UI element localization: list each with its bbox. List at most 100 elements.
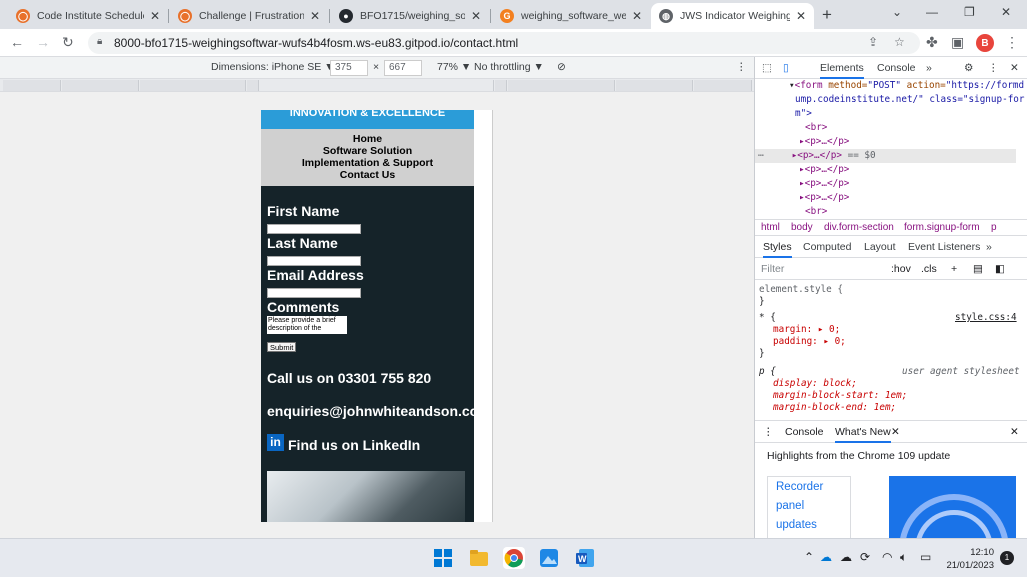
element-style-rule[interactable]: element.style {	[759, 284, 843, 296]
ruler-segment[interactable]	[694, 80, 752, 91]
close-tab-icon[interactable]: ✕	[632, 9, 642, 23]
subtab-layout[interactable]: Layout	[864, 241, 896, 253]
subtab-styles[interactable]: Styles	[763, 241, 792, 258]
hov-toggle[interactable]: :hov	[891, 263, 911, 275]
nav-software-solution[interactable]: Software Solution	[261, 145, 474, 157]
throttling-select[interactable]: No throttling ▼	[474, 61, 544, 73]
device-height-input[interactable]: 667	[384, 60, 422, 76]
share-icon[interactable]: ⇪	[868, 35, 878, 49]
last-name-field[interactable]	[267, 256, 361, 266]
chrome-menu-icon[interactable]: ⋮	[1005, 34, 1019, 51]
tab-challenge[interactable]: ◯ Challenge | Frustration an ✕	[170, 3, 328, 29]
rule1-prop[interactable]: margin: ▸ 0;	[773, 324, 840, 336]
word-icon[interactable]: W	[575, 548, 595, 568]
email-contact-link[interactable]: enquiries@johnwhiteandson.co	[267, 403, 478, 419]
device-width-input[interactable]: 375	[330, 60, 368, 76]
dom-node-br[interactable]: <br>	[805, 205, 827, 219]
comments-textarea[interactable]: Please provide a brief description of th…	[267, 316, 347, 334]
close-devtools-icon[interactable]: ✕	[1010, 62, 1019, 74]
side-panel-icon[interactable]: ▣	[951, 34, 964, 51]
ruler-segment[interactable]	[62, 80, 139, 91]
photos-icon[interactable]	[539, 548, 559, 568]
toggle-sidebar-icon[interactable]: ◧	[995, 263, 1005, 275]
zoom-select[interactable]: 77% ▼	[437, 61, 471, 73]
cloud-icon[interactable]: ☁	[840, 550, 852, 564]
inspect-element-icon[interactable]: ⬚	[762, 62, 772, 74]
tab-github[interactable]: ● BFO1715/weighing_softw ✕	[331, 3, 489, 29]
device-toolbar-menu-icon[interactable]: ⋮	[736, 61, 747, 73]
minimize-icon[interactable]: —	[926, 5, 938, 19]
onedrive-icon[interactable]: ☁	[820, 550, 832, 564]
styles-filter-input[interactable]: Filter	[761, 263, 784, 275]
reload-icon[interactable]: ↻	[62, 34, 74, 51]
tab-search-icon[interactable]: ⌄	[892, 5, 902, 19]
nav-home[interactable]: Home	[261, 133, 474, 145]
rule1-source-link[interactable]: style.css:4	[955, 312, 1017, 324]
back-icon[interactable]: ←	[10, 34, 24, 50]
close-tab-icon[interactable]: ✕	[150, 9, 160, 23]
forward-icon[interactable]: →	[36, 34, 50, 50]
tab-code-institute[interactable]: ◯ Code Institute Schedule C ✕	[8, 3, 168, 29]
sync-icon[interactable]: ⟳	[860, 550, 870, 564]
close-tab-icon[interactable]: ✕	[471, 9, 481, 23]
rotate-icon[interactable]: ⊘	[557, 61, 566, 73]
new-rule-button[interactable]: +	[951, 263, 957, 275]
more-subtabs-icon[interactable]: »	[986, 241, 992, 253]
breadcrumb-div[interactable]: div.form-section	[824, 222, 894, 233]
close-window-icon[interactable]: ✕	[1001, 5, 1011, 19]
nav-contact-us[interactable]: Contact Us	[261, 169, 474, 181]
tab-elements[interactable]: Elements	[820, 62, 864, 79]
ellipsis-icon[interactable]: ⋯	[758, 150, 764, 161]
cls-toggle[interactable]: .cls	[921, 263, 937, 275]
new-tab-icon[interactable]: +	[822, 5, 832, 25]
dom-node-p-selected[interactable]: ⋯ ▸<p>…</p> == $0	[755, 149, 1016, 163]
wifi-icon[interactable]: ◠	[882, 550, 892, 564]
linkedin-link[interactable]: Find us on LinkedIn	[288, 437, 420, 453]
dom-node-p[interactable]: ▸<p>…</p>	[799, 135, 849, 149]
tab-console[interactable]: Console	[877, 62, 916, 74]
subtab-computed[interactable]: Computed	[803, 241, 851, 253]
system-clock[interactable]: 12:10 21/01/2023	[944, 546, 994, 572]
settings-gear-icon[interactable]: ⚙	[964, 62, 973, 74]
volume-icon[interactable]: 🔈︎	[900, 550, 907, 565]
extensions-icon[interactable]: ✤	[926, 34, 938, 51]
device-toggle-icon[interactable]: ▯	[783, 62, 789, 74]
file-explorer-icon[interactable]	[469, 548, 489, 568]
battery-icon[interactable]: ▭	[920, 550, 931, 564]
ruler-segment[interactable]	[260, 80, 494, 91]
rule1-prop[interactable]: padding: ▸ 0;	[773, 336, 846, 348]
more-tabs-icon[interactable]: »	[926, 62, 932, 74]
close-tab-icon[interactable]: ✕	[796, 9, 806, 23]
dom-node-p[interactable]: ▸<p>…</p>	[799, 191, 849, 205]
first-name-field[interactable]	[267, 224, 361, 234]
tab-jws-active[interactable]: ◍ JWS Indicator Weighing S ✕	[651, 3, 814, 29]
tray-chevron-icon[interactable]: ⌃	[804, 550, 814, 564]
ruler-segment[interactable]	[247, 80, 259, 91]
breadcrumb-body[interactable]: body	[791, 222, 813, 233]
close-drawer-tab-icon[interactable]: ✕	[891, 426, 900, 438]
ruler-segment[interactable]	[3, 80, 61, 91]
nav-implementation-support[interactable]: Implementation & Support	[261, 157, 474, 169]
ruler-segment[interactable]	[495, 80, 507, 91]
ruler-segment[interactable]	[616, 80, 693, 91]
device-dimensions-select[interactable]: Dimensions: iPhone SE ▼	[211, 61, 335, 73]
ruler-segment[interactable]	[140, 80, 246, 91]
notification-badge[interactable]: 1	[1000, 551, 1014, 565]
dom-node-br[interactable]: <br>	[805, 121, 827, 135]
recorder-card[interactable]: Recorder panel updates	[767, 476, 851, 539]
breadcrumb-form[interactable]: form.signup-form	[904, 222, 980, 233]
address-bar[interactable]: 🔒︎ 8000-bfo1715-weighingsoftwar-wufs4b4f…	[88, 32, 920, 54]
close-drawer-icon[interactable]: ✕	[1010, 426, 1019, 438]
windows-start-icon[interactable]	[433, 548, 453, 568]
dom-node-p[interactable]: ▸<p>…</p>	[799, 177, 849, 191]
breadcrumb-html[interactable]: html	[761, 222, 780, 233]
computed-styles-icon[interactable]: ▤	[973, 263, 983, 275]
drawer-tab-whats-new[interactable]: What's New	[835, 426, 891, 443]
close-tab-icon[interactable]: ✕	[310, 9, 320, 23]
restore-icon[interactable]: ❐	[964, 5, 975, 19]
subtab-event-listeners[interactable]: Event Listeners	[908, 241, 980, 253]
devtools-menu-icon[interactable]: ⋮	[988, 62, 999, 74]
drawer-menu-icon[interactable]: ⋮	[763, 426, 774, 438]
email-field[interactable]	[267, 288, 361, 298]
ruler-segment[interactable]	[508, 80, 615, 91]
